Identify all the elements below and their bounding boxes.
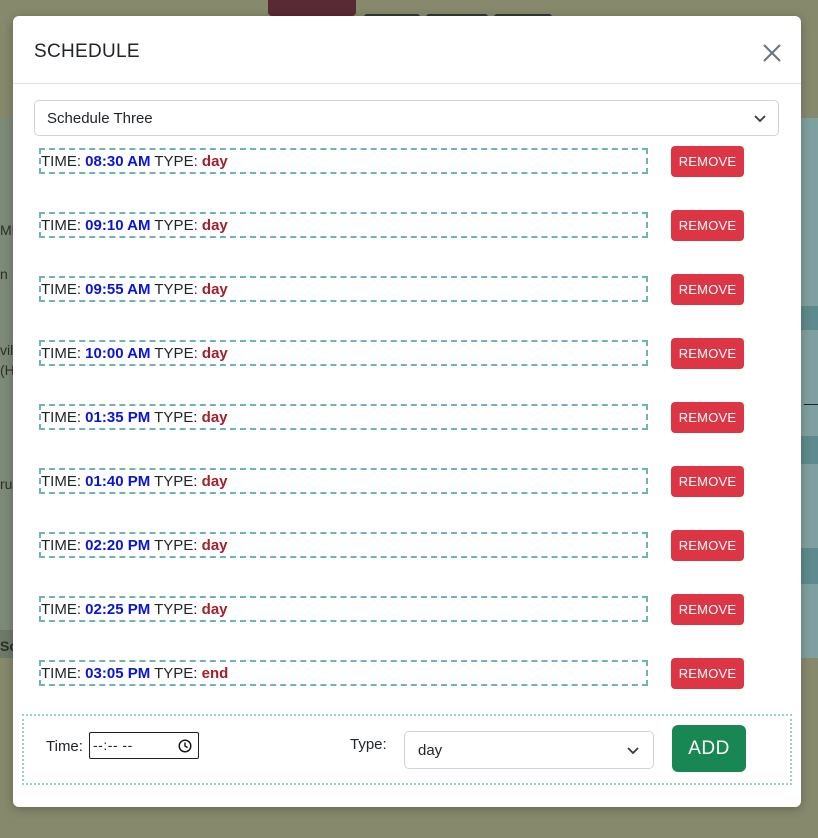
time-input-value: --:-- -- [93,737,133,753]
remove-button[interactable]: REMOVE [671,274,744,305]
schedule-entry: TIME: 09:10 AM TYPE: day [39,212,648,238]
schedule-entry: TIME: 10:00 AM TYPE: day [39,340,648,366]
entry-time-label: TIME: [41,409,81,426]
close-button[interactable] [759,40,785,66]
remove-button[interactable]: REMOVE [671,210,744,241]
entry-type-value: day [201,153,228,170]
schedule-select[interactable]: Schedule Three [34,100,779,136]
background-text: vil [0,342,14,358]
schedule-entry: TIME: 09:55 AM TYPE: day [39,276,648,302]
remove-button[interactable]: REMOVE [671,658,744,689]
entry-time-label: TIME: [41,601,81,618]
schedule-entry: TIME: 08:30 AM TYPE: day [39,148,648,174]
entry-type-value: day [201,473,228,490]
entry-time-label: TIME: [41,665,81,682]
schedule-entry: TIME: 01:40 PM TYPE: day [39,468,648,494]
entry-time-value: 01:40 PM [85,473,151,490]
entry-time-label: TIME: [41,537,81,554]
entry-time-label: TIME: [41,473,81,490]
add-button[interactable]: ADD [672,725,746,772]
close-icon [763,44,781,62]
modal-header: SCHEDULE [13,16,801,84]
chevron-down-icon [754,115,766,123]
entry-time-label: TIME: [41,217,81,234]
entry-type-label: TYPE: [154,409,198,426]
clock-icon[interactable] [178,739,192,753]
remove-button[interactable]: REMOVE [671,338,744,369]
entry-time-value: 08:30 AM [85,153,151,170]
entry-time-value: 03:05 PM [85,665,151,682]
background-text: n [0,266,8,282]
schedule-entry-text: TIME: 02:20 PM TYPE: day [41,537,228,554]
time-input[interactable]: --:-- -- [89,732,199,759]
entry-type-value: day [201,409,228,426]
schedule-entry: TIME: 01:35 PM TYPE: day [39,404,648,430]
entry-time-value: 10:00 AM [85,345,151,362]
type-select[interactable]: day [404,731,654,769]
schedule-entry-text: TIME: 08:30 AM TYPE: day [41,153,228,170]
entry-type-label: TYPE: [154,665,198,682]
background-glyph: _ [804,378,818,408]
entry-time-value: 02:20 PM [85,537,151,554]
chevron-down-icon [627,747,639,755]
entry-time-label: TIME: [41,345,81,362]
entry-type-value: day [201,601,228,618]
background-header-block [268,0,356,16]
remove-button[interactable]: REMOVE [671,530,744,561]
entry-time-value: 01:35 PM [85,409,151,426]
background-strip [800,436,818,464]
modal-title: SCHEDULE [34,41,140,62]
schedule-entry: TIME: 03:05 PM TYPE: end [39,660,648,686]
schedule-entry-text: TIME: 09:10 AM TYPE: day [41,217,228,234]
type-label: Type: [350,736,387,753]
entry-time-value: 09:10 AM [85,217,151,234]
remove-button[interactable]: REMOVE [671,594,744,625]
entry-time-value: 02:25 PM [85,601,151,618]
schedule-entry-text: TIME: 10:00 AM TYPE: day [41,345,228,362]
remove-button[interactable]: REMOVE [671,466,744,497]
schedule-entry-text: TIME: 09:55 AM TYPE: day [41,281,228,298]
entry-type-label: TYPE: [154,345,198,362]
schedule-entry-text: TIME: 03:05 PM TYPE: end [41,665,228,682]
background-text: (H [0,362,14,378]
background-text: Sc [0,638,14,654]
remove-button[interactable]: REMOVE [671,402,744,433]
background-left-panel [0,118,14,658]
entry-time-label: TIME: [41,153,81,170]
schedule-select-value: Schedule Three [47,110,153,127]
schedule-entry: TIME: 02:20 PM TYPE: day [39,532,648,558]
entry-type-label: TYPE: [154,601,198,618]
entry-type-value: day [201,537,228,554]
schedule-entry-text: TIME: 02:25 PM TYPE: day [41,601,228,618]
background-text: rui [0,476,14,492]
schedule-modal: SCHEDULE Schedule Three TIME: 08:30 AM T… [13,16,801,807]
entry-time-value: 09:55 AM [85,281,151,298]
entry-type-value: day [201,281,228,298]
remove-button[interactable]: REMOVE [671,146,744,177]
type-select-value: day [418,742,443,759]
schedule-entry-text: TIME: 01:40 PM TYPE: day [41,473,228,490]
entry-type-value: end [201,665,229,682]
time-label: Time: [46,738,83,755]
add-entry-form: Time: --:-- -- Type: day ADD [22,714,792,785]
background-text: MP [0,222,14,238]
entry-type-value: day [201,217,228,234]
background-strip [800,306,818,330]
entry-type-label: TYPE: [154,473,198,490]
entry-type-label: TYPE: [154,153,198,170]
schedule-entry: TIME: 02:25 PM TYPE: day [39,596,648,622]
entry-time-label: TIME: [41,281,81,298]
entry-type-label: TYPE: [154,281,198,298]
entry-type-value: day [201,345,228,362]
entry-type-label: TYPE: [154,537,198,554]
schedule-entry-text: TIME: 01:35 PM TYPE: day [41,409,228,426]
background-strip [800,548,818,584]
entry-type-label: TYPE: [154,217,198,234]
